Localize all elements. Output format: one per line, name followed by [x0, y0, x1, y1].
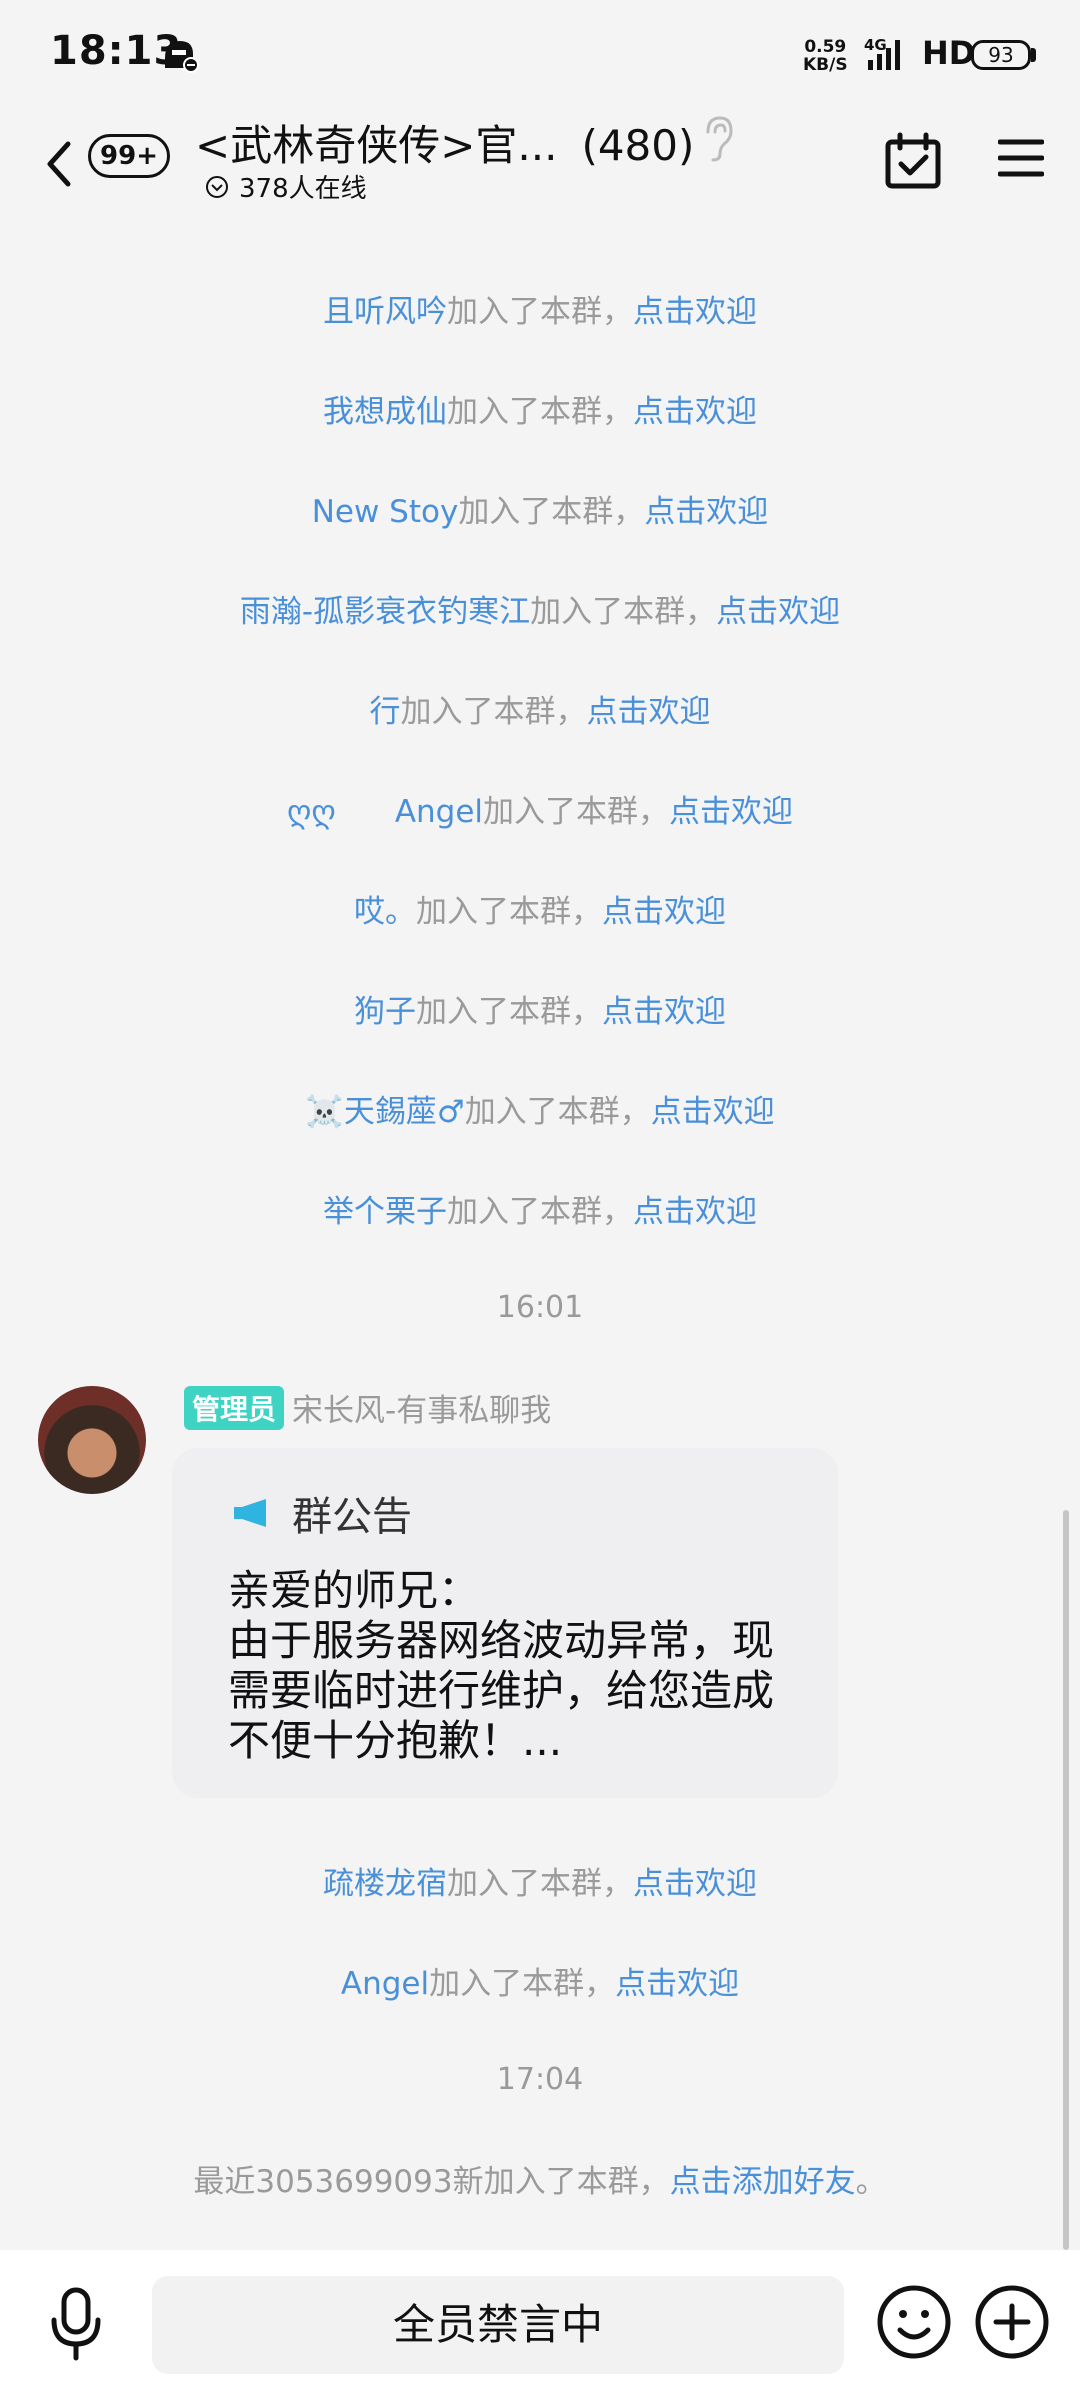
join-message: 我想成仙加入了本群，点击欢迎 [0, 386, 1080, 431]
notification-icon [165, 41, 199, 73]
member-name[interactable]: 哎。 [354, 894, 416, 930]
join-message: Angel加入了本群，点击欢迎 [0, 1958, 1080, 2003]
welcome-link[interactable]: 点击欢迎 [587, 694, 711, 730]
join-text: 加入了本群， [483, 794, 670, 830]
back-icon[interactable] [40, 132, 80, 192]
member-name[interactable]: 疏楼龙宿 [323, 1866, 447, 1902]
ear-icon [706, 116, 733, 162]
hd-indicator: HD [922, 34, 976, 72]
group-name: <武林奇侠传>官... [195, 121, 558, 170]
welcome-link[interactable]: 点击欢迎 [644, 494, 768, 530]
avatar[interactable] [38, 1386, 146, 1494]
unread-badge[interactable]: 99+ [88, 134, 170, 178]
sender-line: 管理员 宋长风-有事私聊我 [184, 1385, 551, 1430]
join-text: 加入了本群， [458, 494, 645, 530]
member-name[interactable]: ღღ Angel [287, 794, 483, 830]
mic-icon[interactable] [46, 2286, 106, 2364]
network-speed-unit: KB/S [803, 55, 848, 75]
announcement-title: 群公告 [292, 1494, 412, 1540]
message-input[interactable]: 全员禁言中 [152, 2276, 844, 2374]
join-text: 加入了本群， [530, 594, 717, 630]
plus-icon[interactable] [974, 2284, 1050, 2360]
join-message: 狗子加入了本群，点击欢迎 [0, 986, 1080, 1031]
join-text: 加入了本群， [464, 1094, 651, 1130]
welcome-link[interactable]: 点击欢迎 [669, 794, 793, 830]
status-bar: 18:13 0.59 KB/S 4G HD 93 [0, 0, 1080, 110]
recent-join-text: 最近3053699093新加入了本群， [193, 2164, 670, 2200]
group-title[interactable]: <武林奇侠传>官... (480) [195, 112, 694, 173]
welcome-link[interactable]: 点击欢迎 [602, 894, 726, 930]
join-message: 疏楼龙宿加入了本群，点击欢迎 [0, 1858, 1080, 1903]
member-name[interactable]: 且听风吟 [323, 294, 447, 330]
join-message: ღღ Angel加入了本群，点击欢迎 [0, 786, 1080, 831]
join-text: 加入了本群， [416, 994, 602, 1030]
timestamp: 16:01 [496, 1290, 584, 1325]
welcome-link[interactable]: 点击欢迎 [651, 1094, 775, 1130]
join-message: 且听风吟加入了本群，点击欢迎 [0, 286, 1080, 331]
welcome-link[interactable]: 点击欢迎 [633, 394, 757, 430]
welcome-link[interactable]: 点击欢迎 [602, 994, 726, 1030]
network-speed: 0.59 KB/S [803, 38, 848, 74]
join-text: 加入了本群， [447, 394, 633, 430]
online-status: 378人在线 [205, 168, 367, 205]
join-message: 行加入了本群，点击欢迎 [0, 686, 1080, 731]
chat-header: 99+ <武林奇侠传>官... (480) 378人在线 [0, 110, 1080, 230]
member-count: (480) [581, 121, 695, 170]
member-name[interactable]: ☠️天錫蓙♂ [305, 1094, 464, 1130]
menu-icon[interactable] [998, 136, 1044, 180]
member-name[interactable]: 狗子 [354, 994, 416, 1030]
add-friend-link[interactable]: 点击添加好友 [670, 2164, 856, 2200]
calendar-check-icon[interactable] [884, 132, 942, 192]
input-bar: 全员禁言中 [0, 2250, 1080, 2400]
member-name[interactable]: Angel [341, 1966, 429, 2002]
announcement-header: 群公告 [232, 1484, 412, 1542]
join-message: 举个栗子加入了本群，点击欢迎 [0, 1186, 1080, 1231]
join-message: 哎。加入了本群，点击欢迎 [0, 886, 1080, 931]
admin-tag: 管理员 [184, 1385, 285, 1430]
member-name[interactable]: 举个栗子 [323, 1194, 447, 1230]
join-message: ☠️天錫蓙♂加入了本群，点击欢迎 [0, 1086, 1080, 1131]
battery-tip [1031, 48, 1036, 62]
scrollbar[interactable] [1063, 1510, 1069, 2250]
recent-join-end: 。 [855, 2164, 887, 2200]
timestamp: 17:04 [496, 2062, 584, 2097]
announcement-body: 亲爱的师兄： 由于服务器网络波动异常，现需要临时进行维护，给您造成不便十分抱歉！… [228, 1566, 775, 1765]
join-message: New Stoy加入了本群，点击欢迎 [0, 486, 1080, 531]
battery-icon: 93 [971, 40, 1031, 70]
join-text: 加入了本群， [400, 694, 587, 730]
join-text: 加入了本群， [447, 1194, 633, 1230]
join-message: 雨瀚-孤影衰衣钓寒江加入了本群，点击欢迎 [0, 586, 1080, 631]
network-speed-value: 0.59 [804, 37, 847, 57]
join-text: 加入了本群， [447, 1866, 633, 1902]
welcome-link[interactable]: 点击欢迎 [633, 294, 757, 330]
join-text: 加入了本群， [416, 894, 602, 930]
member-name[interactable]: 我想成仙 [323, 394, 447, 430]
welcome-link[interactable]: 点击欢迎 [633, 1866, 757, 1902]
member-name[interactable]: 行 [370, 694, 401, 730]
welcome-link[interactable]: 点击欢迎 [633, 1194, 757, 1230]
svg-text:4G: 4G [864, 36, 887, 54]
welcome-link[interactable]: 点击欢迎 [615, 1966, 739, 2002]
member-name[interactable]: 雨瀚-孤影衰衣钓寒江 [240, 594, 530, 630]
announcement-card[interactable]: 群公告 亲爱的师兄： 由于服务器网络波动异常，现需要临时进行维护，给您造成不便十… [172, 1448, 838, 1798]
recent-join-message: 最近3053699093新加入了本群，点击添加好友。 [0, 2156, 1080, 2201]
join-text: 加入了本群， [429, 1966, 616, 2002]
welcome-link[interactable]: 点击欢迎 [716, 594, 840, 630]
chevron-down-circle-icon [206, 175, 228, 198]
join-text: 加入了本群， [447, 294, 633, 330]
member-name[interactable]: New Stoy [312, 494, 459, 530]
sender-name[interactable]: 宋长风-有事私聊我 [292, 1385, 551, 1430]
emoji-icon[interactable] [876, 2284, 952, 2360]
signal-icon: 4G [864, 36, 900, 70]
online-count: 378人在线 [239, 174, 367, 204]
megaphone-icon [234, 1499, 266, 1527]
